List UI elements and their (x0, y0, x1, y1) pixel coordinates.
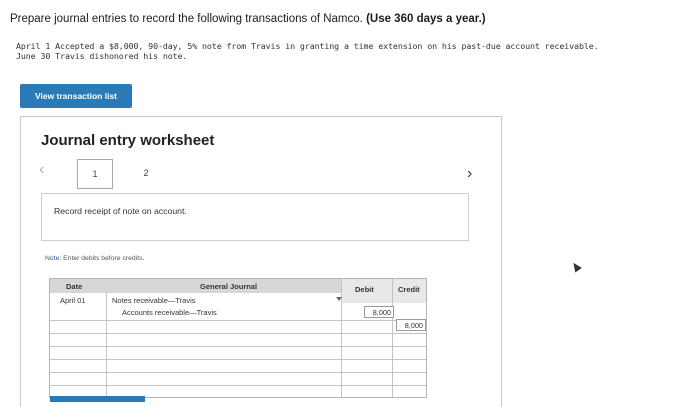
tab-1[interactable]: 1 (77, 159, 113, 189)
view-transaction-list-button[interactable]: View transaction list (20, 84, 132, 108)
bottom-button-edge[interactable] (50, 396, 145, 402)
journal-table: Date General Journal Debit Credit April … (49, 278, 427, 398)
transaction-line-1: April 1 Accepted a $8,000, 90-day, 5% no… (16, 41, 599, 51)
row-2-account[interactable]: Accounts receivable—Travis (122, 308, 217, 317)
header-credit: Credit (398, 285, 420, 294)
note-text: Note: Enter debits before credits. (45, 255, 144, 262)
row-line-3 (50, 346, 426, 347)
header-date: Date (66, 282, 83, 291)
instruction-text: Record receipt of note on account. (54, 206, 187, 216)
transaction-line-2: June 30 Travis dishonored his note. (16, 51, 188, 61)
row-1-account[interactable]: Notes receivable—Travis (112, 296, 196, 305)
header-general-journal: General Journal (200, 282, 258, 291)
row-line-2 (50, 333, 426, 334)
chevron-down-icon[interactable] (336, 297, 342, 301)
row-line-6 (50, 385, 426, 386)
row-line-5 (50, 372, 426, 373)
instruction-box: Record receipt of note on account. (41, 193, 469, 241)
col-divider-date (106, 293, 107, 397)
col-divider-debit (392, 279, 393, 397)
chevron-left-icon[interactable]: ‹ (39, 161, 44, 179)
tab-2[interactable]: 2 (129, 159, 163, 187)
prompt-text: Prepare journal entries to record the fo… (10, 13, 363, 25)
row-line-1 (50, 320, 426, 321)
worksheet-title: Journal entry worksheet (41, 132, 215, 149)
row-1-date[interactable]: April 01 (60, 296, 85, 305)
row-1-debit[interactable]: 8,000 (364, 306, 394, 318)
note-body: Enter debits before credits. (63, 255, 145, 262)
row-line-4 (50, 359, 426, 360)
problem-prompt: Prepare journal entries to record the fo… (10, 13, 486, 25)
row-2-credit[interactable]: 8,000 (396, 319, 426, 331)
chevron-right-icon[interactable]: › (467, 165, 472, 183)
journal-entry-worksheet: Journal entry worksheet ‹ 1 2 › Record r… (20, 116, 502, 407)
prompt-emphasis: (Use 360 days a year.) (366, 13, 486, 25)
mouse-cursor-icon (570, 260, 582, 273)
header-debit: Debit (355, 285, 374, 294)
note-label: Note: (45, 255, 62, 262)
